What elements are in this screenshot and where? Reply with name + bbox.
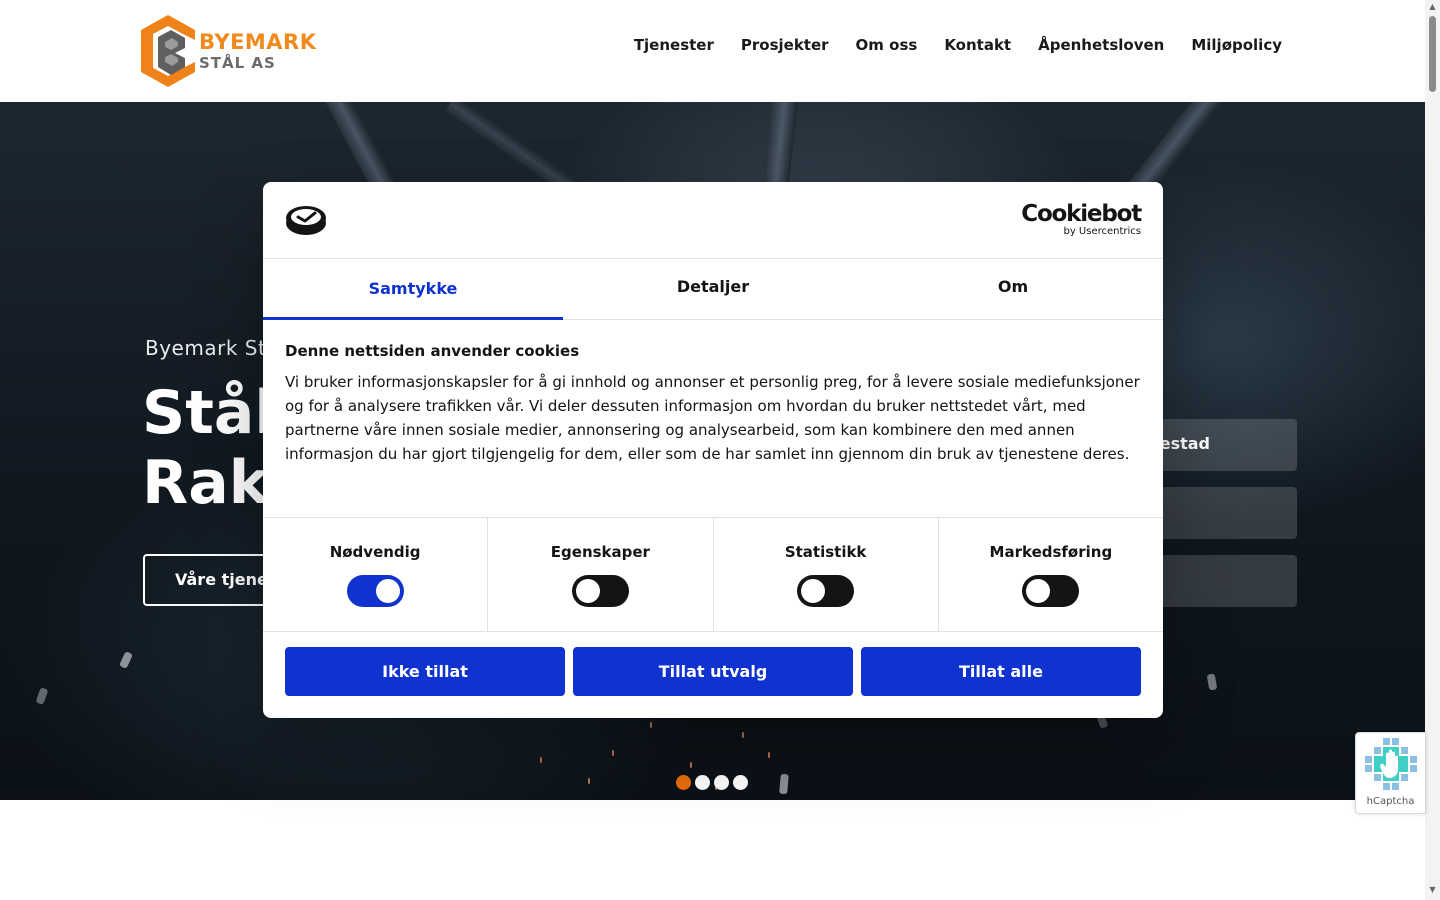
cookiebot-badge-icon xyxy=(286,206,326,235)
main-nav: Tjenester Prosjekter Om oss Kontakt Åpen… xyxy=(634,36,1282,54)
scroll-down-arrow-icon[interactable]: ▼ xyxy=(1428,886,1437,894)
toggle-knob xyxy=(801,579,826,603)
logo-text: BYEMARK STÅL AS xyxy=(199,29,317,72)
category-label: Egenskaper xyxy=(550,543,650,561)
nav-link-om-oss[interactable]: Om oss xyxy=(856,36,918,54)
cookie-heading: Denne nettsiden anvender cookies xyxy=(285,342,580,360)
scroll-thumb[interactable] xyxy=(1429,16,1436,92)
nav-link-apenhetsloven[interactable]: Åpenhetsloven xyxy=(1038,36,1164,54)
toggle-markedsforing[interactable] xyxy=(1022,575,1080,607)
allow-selection-button[interactable]: Tillat utvalg xyxy=(573,647,853,696)
category-egenskaper: Egenskaper xyxy=(488,518,714,631)
cookie-tabs: Samtykke Detaljer Om xyxy=(263,259,1163,320)
hero-title-line-2: Rak xyxy=(142,448,269,518)
slider-dot[interactable] xyxy=(714,775,729,790)
slider-dot[interactable] xyxy=(695,775,710,790)
hero-spark xyxy=(118,651,134,669)
tab-om[interactable]: Om xyxy=(863,259,1163,319)
toggle-statistikk[interactable] xyxy=(797,575,855,607)
byemark-logo-icon xyxy=(141,15,195,87)
hero-spark xyxy=(540,757,542,763)
cookie-consent-dialog: Cookiebot by Usercentrics Samtykke Detal… xyxy=(263,182,1163,718)
deny-button[interactable]: Ikke tillat xyxy=(285,647,565,696)
hcaptcha-label: hCaptcha xyxy=(1366,796,1415,807)
hero-spark xyxy=(588,778,590,784)
toggle-knob xyxy=(1026,579,1051,603)
cookie-categories: Nødvendig Egenskaper Statistikk Markedsf… xyxy=(263,518,1163,632)
category-markedsforing: Markedsføring xyxy=(939,518,1163,631)
cookie-text: Vi bruker informasjonskapsler for å gi i… xyxy=(285,373,1140,463)
cookiebot-wordmark: Cookiebot xyxy=(1021,201,1142,227)
nav-link-tjenester[interactable]: Tjenester xyxy=(634,36,714,54)
tab-detaljer[interactable]: Detaljer xyxy=(563,259,863,319)
slider-dot[interactable] xyxy=(676,775,691,790)
hcaptcha-icon xyxy=(1364,738,1417,790)
category-label: Statistikk xyxy=(784,543,867,561)
slider-dot[interactable] xyxy=(733,775,748,790)
hero-spark xyxy=(768,752,770,758)
hero-spark xyxy=(1206,673,1218,691)
cookiebot-byline: by Usercentrics xyxy=(1063,226,1141,237)
hcaptcha-badge[interactable]: hCaptcha xyxy=(1355,732,1426,814)
scroll-up-arrow-icon[interactable]: ▲ xyxy=(1428,3,1437,11)
hero-title: Stål Rak xyxy=(142,378,275,518)
cookiebot-logo[interactable]: Cookiebot by Usercentrics xyxy=(1021,201,1142,237)
hero-title-line-1: Stål xyxy=(142,378,275,448)
category-statistikk: Statistikk xyxy=(714,518,939,631)
cookie-dialog-header: Cookiebot by Usercentrics xyxy=(263,182,1163,259)
hero-overline: Byemark St xyxy=(145,336,267,360)
cookie-actions: Ikke tillat Tillat utvalg Tillat alle xyxy=(263,632,1163,696)
toggle-knob xyxy=(375,579,400,603)
hero-spark xyxy=(779,773,789,795)
toggle-nodvendig[interactable] xyxy=(346,575,404,607)
slider-pagination xyxy=(676,775,748,790)
category-nodvendig: Nødvendig xyxy=(263,518,489,631)
toggle-knob xyxy=(575,579,600,603)
tab-samtykke[interactable]: Samtykke xyxy=(263,259,563,320)
nav-link-miljopolicy[interactable]: Miljøpolicy xyxy=(1191,36,1282,54)
hero-spark xyxy=(612,750,614,756)
hero-spark xyxy=(650,722,652,728)
logo-subtitle: STÅL AS xyxy=(199,53,276,72)
category-label: Nødvendig xyxy=(329,543,421,561)
logo-wordmark: BYEMARK xyxy=(199,29,317,54)
page-content-area xyxy=(0,800,1425,900)
nav-link-kontakt[interactable]: Kontakt xyxy=(944,36,1011,54)
allow-all-button[interactable]: Tillat alle xyxy=(861,647,1141,696)
nav-link-prosjekter[interactable]: Prosjekter xyxy=(741,36,829,54)
hero-spark xyxy=(35,687,49,705)
toggle-egenskaper[interactable] xyxy=(571,575,629,607)
site-header: BYEMARK STÅL AS Tjenester Prosjekter Om … xyxy=(0,0,1425,102)
category-label: Markedsføring xyxy=(989,543,1113,561)
hero-spark xyxy=(690,762,692,768)
hero-spark xyxy=(742,732,744,738)
cookie-description: Denne nettsiden anvender cookies Vi bruk… xyxy=(263,320,1163,518)
page-scrollbar[interactable]: ▲ ▼ xyxy=(1425,0,1440,900)
logo[interactable]: BYEMARK STÅL AS xyxy=(141,14,316,88)
